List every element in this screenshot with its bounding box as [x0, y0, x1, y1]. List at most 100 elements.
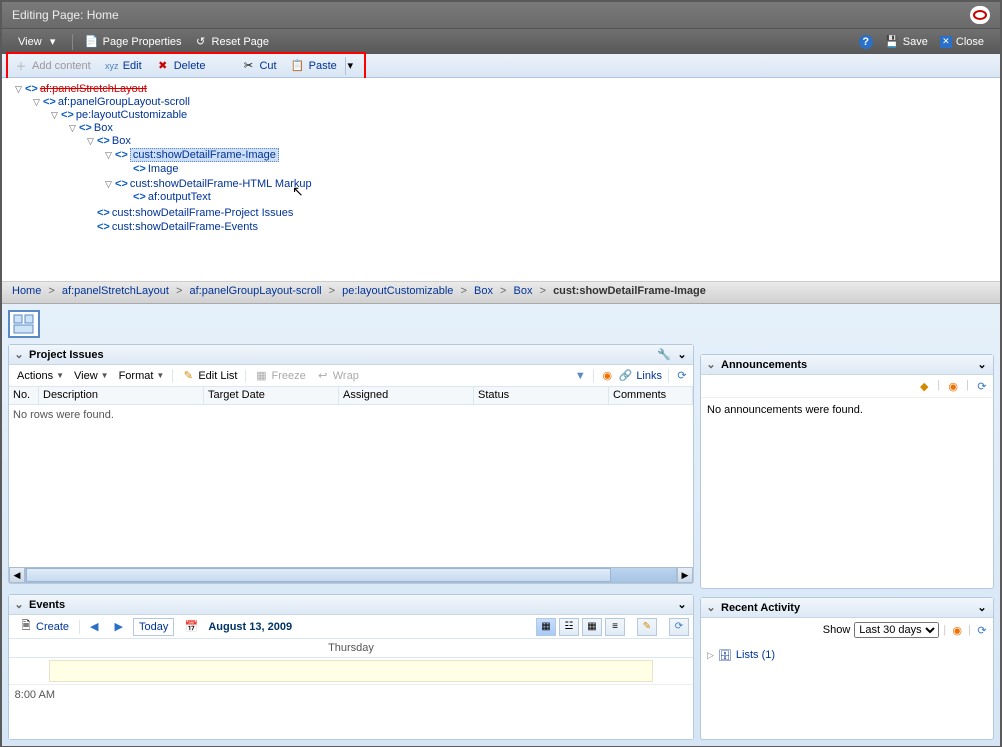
today-button[interactable]: Today: [133, 618, 174, 636]
options-icon[interactable]: ◆: [917, 379, 931, 393]
tree-label[interactable]: cust:showDetailFrame-Project Issues: [112, 207, 294, 219]
disclosure-icon[interactable]: ▽: [104, 151, 113, 160]
disclosure-icon[interactable]: ▽: [104, 180, 113, 189]
reset-page-button[interactable]: ↺ Reset Page: [188, 33, 275, 51]
collapse-icon[interactable]: ⌄: [705, 359, 717, 371]
tag-icon: <>: [97, 135, 110, 147]
next-button[interactable]: ▶: [109, 617, 129, 636]
filter-icon[interactable]: ▼: [573, 369, 587, 383]
date-range-select[interactable]: Last 30 days: [854, 622, 939, 638]
allday-row[interactable]: [49, 660, 653, 682]
add-content-button[interactable]: ＋ Add content: [8, 57, 97, 75]
scroll-track[interactable]: [25, 567, 677, 583]
paste-button[interactable]: 📋 Paste: [285, 57, 343, 75]
edit-icon[interactable]: ✎: [637, 618, 657, 636]
cut-button[interactable]: ✂ Cut: [235, 57, 282, 75]
scroll-thumb[interactable]: [26, 568, 611, 582]
scroll-right-button[interactable]: ▶: [677, 567, 693, 583]
empty-message: No announcements were found.: [707, 404, 863, 416]
day-view-button[interactable]: ▦: [536, 618, 556, 636]
tag-icon: <>: [61, 109, 74, 121]
list-view-button[interactable]: ≡: [605, 618, 625, 636]
tree-label[interactable]: Image: [148, 163, 179, 175]
actions-menu[interactable]: Actions▼: [13, 369, 68, 383]
recent-list: ▷ 🗄 Lists (1): [701, 642, 993, 668]
breadcrumb-item[interactable]: pe:layoutCustomizable: [342, 285, 453, 297]
tree-node: ▽ <> pe:layoutCustomizable ▽ <> Box: [50, 108, 1000, 236]
view-menu[interactable]: View▼: [70, 369, 113, 383]
edit-button[interactable]: xyz Edit: [99, 57, 148, 75]
breadcrumb-item[interactable]: Box: [514, 285, 533, 297]
links-button[interactable]: Links: [636, 370, 662, 382]
collapse-icon[interactable]: ⌄: [705, 602, 717, 614]
tree-label[interactable]: af:panelStretchLayout: [40, 83, 147, 95]
rss-icon[interactable]: ◉: [946, 379, 960, 393]
page-properties-button[interactable]: 📄 Page Properties: [79, 33, 188, 51]
refresh-icon[interactable]: ⟳: [675, 369, 689, 383]
format-menu[interactable]: Format▼: [115, 369, 169, 383]
disclosure-icon[interactable]: ▷: [707, 650, 714, 661]
date-picker-button[interactable]: 📅: [178, 617, 204, 637]
column-target-date[interactable]: Target Date: [204, 387, 339, 404]
disclosure-icon[interactable]: ▽: [14, 85, 23, 94]
paste-split-button[interactable]: ▾: [345, 57, 355, 75]
column-description[interactable]: Description: [39, 387, 204, 404]
disclosure-icon[interactable]: ▽: [86, 137, 95, 146]
view-menu[interactable]: View ▾: [12, 33, 66, 51]
recent-item-lists[interactable]: ▷ 🗄 Lists (1): [705, 646, 989, 664]
wrench-icon[interactable]: 🔧: [657, 348, 671, 362]
recent-item-label: Lists (1): [736, 649, 775, 661]
column-status[interactable]: Status: [474, 387, 609, 404]
collapse-icon[interactable]: ⌄: [13, 349, 25, 361]
tree-label[interactable]: cust:showDetailFrame-HTML Markup: [130, 178, 312, 190]
panel-menu-icon[interactable]: ⌄: [975, 358, 989, 372]
help-button[interactable]: ?: [853, 33, 879, 51]
refresh-icon[interactable]: ⟳: [975, 379, 989, 393]
layout-switcher-button[interactable]: [8, 310, 40, 338]
collapse-icon[interactable]: ⌄: [13, 599, 25, 611]
disclosure-icon[interactable]: ▽: [32, 98, 41, 107]
rss-icon[interactable]: ◉: [600, 369, 614, 383]
create-event-button[interactable]: 🗎Create: [13, 617, 75, 637]
time-slot[interactable]: [59, 685, 693, 705]
panel-menu-icon[interactable]: ⌄: [675, 348, 689, 362]
panel-menu-icon[interactable]: ⌄: [675, 598, 689, 612]
edit-list-button[interactable]: ✎Edit List: [177, 368, 241, 384]
wrap-button[interactable]: ↩Wrap: [312, 368, 363, 384]
freeze-button[interactable]: ▦Freeze: [250, 368, 309, 384]
tree-label[interactable]: pe:layoutCustomizable: [76, 109, 187, 121]
tree-label[interactable]: cust:showDetailFrame-Image: [130, 148, 279, 162]
refresh-icon[interactable]: ⟳: [975, 623, 989, 637]
list-icon: 🗄: [718, 648, 732, 662]
column-comments[interactable]: Comments: [609, 387, 693, 404]
plus-icon: ＋: [14, 59, 28, 73]
tree-label[interactable]: cust:showDetailFrame-Events: [112, 221, 258, 233]
rss-icon[interactable]: ◉: [950, 623, 964, 637]
breadcrumb-item[interactable]: af:panelStretchLayout: [62, 285, 169, 297]
tree-label[interactable]: af:panelGroupLayout-scroll: [58, 96, 190, 108]
close-button[interactable]: ✕ Close: [934, 34, 990, 50]
panel-menu-icon[interactable]: ⌄: [975, 601, 989, 615]
tree-label[interactable]: af:outputText: [148, 191, 211, 203]
wrap-icon: ↩: [316, 369, 330, 383]
breadcrumb-item[interactable]: Home: [12, 285, 41, 297]
breadcrumb-item[interactable]: af:panelGroupLayout-scroll: [190, 285, 322, 297]
cut-icon: ✂: [241, 59, 255, 73]
disclosure-icon[interactable]: ▽: [50, 111, 59, 120]
issues-table-header: No. Description Target Date Assigned Sta…: [9, 387, 693, 405]
scroll-left-button[interactable]: ◀: [9, 567, 25, 583]
column-no[interactable]: No.: [9, 387, 39, 404]
tree-label[interactable]: Box: [94, 122, 113, 134]
week-view-button[interactable]: ☳: [559, 618, 579, 636]
tree-label[interactable]: Box: [112, 135, 131, 147]
refresh-icon[interactable]: ⟳: [669, 618, 689, 636]
prev-button[interactable]: ◀: [84, 617, 104, 636]
month-view-button[interactable]: ▦: [582, 618, 602, 636]
page-title: Editing Page: Home: [12, 8, 119, 22]
breadcrumb-item[interactable]: Box: [474, 285, 493, 297]
delete-button[interactable]: ✖ Delete: [150, 57, 212, 75]
save-button[interactable]: 💾 Save: [879, 33, 934, 51]
column-assigned[interactable]: Assigned: [339, 387, 474, 404]
disclosure-icon[interactable]: ▽: [68, 124, 77, 133]
links-icon[interactable]: 🔗: [618, 369, 632, 383]
